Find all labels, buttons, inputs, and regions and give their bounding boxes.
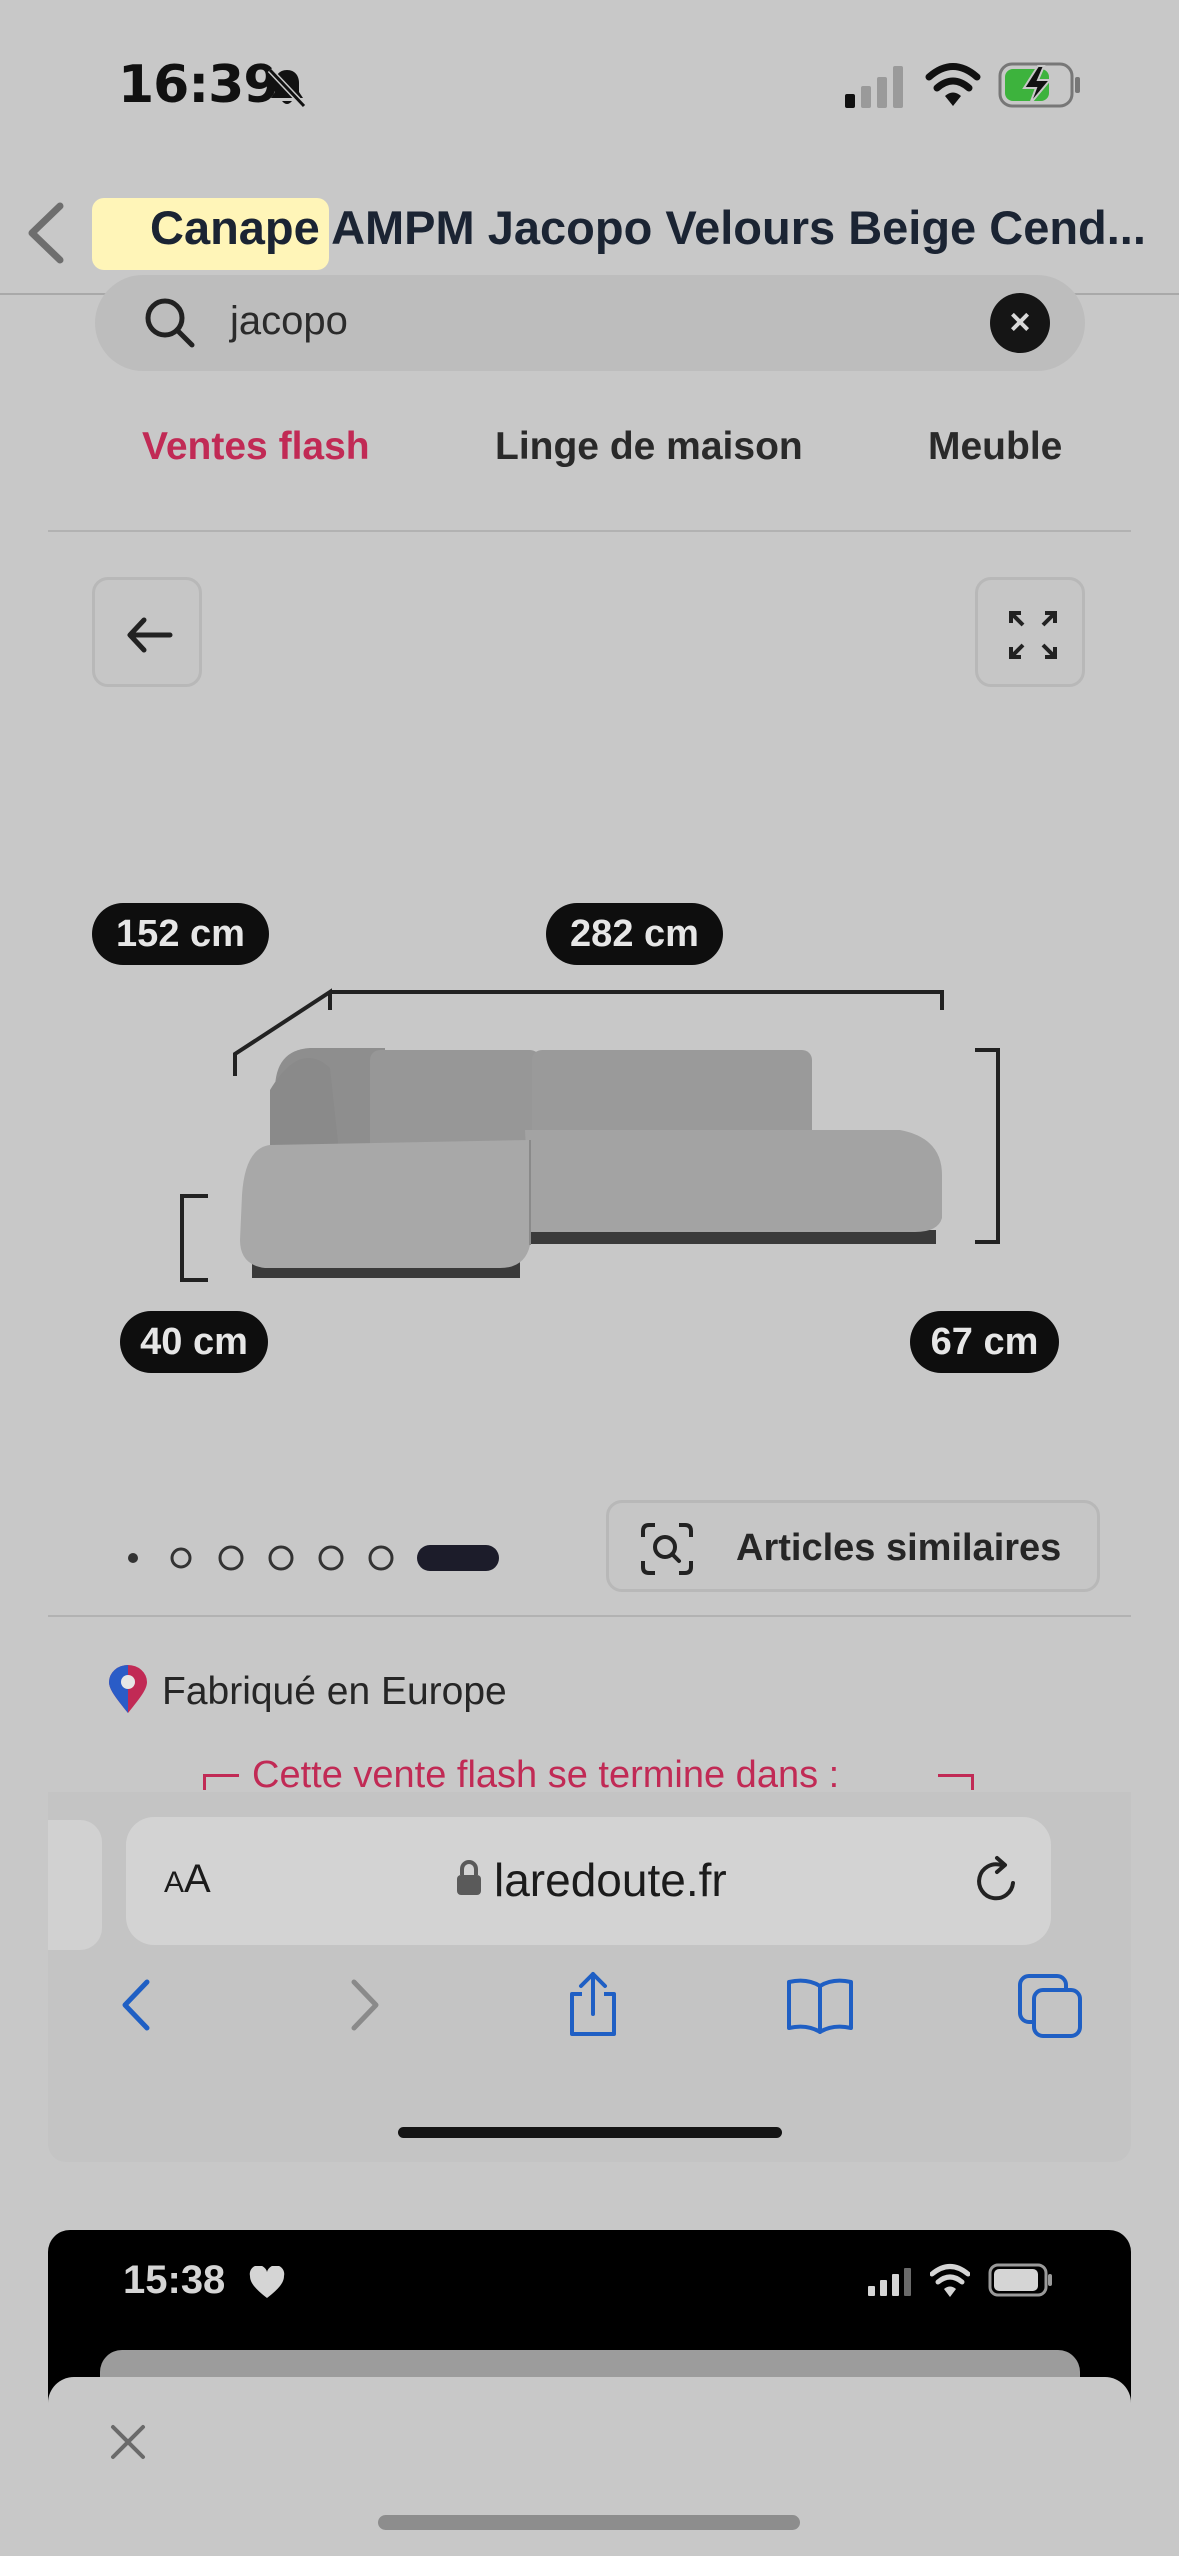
category-ventes-flash[interactable]: Ventes flash	[142, 425, 370, 469]
previous-tab-peek[interactable]	[48, 1820, 102, 1950]
location-pin-icon	[109, 1665, 147, 1713]
url-text[interactable]: laredoute.fr	[494, 1853, 727, 1907]
wifi-icon	[925, 63, 981, 106]
category-linge-de-maison[interactable]: Linge de maison	[495, 425, 803, 469]
divider	[48, 530, 1131, 532]
flash-bracket-left	[203, 1774, 239, 1790]
address-bar[interactable]: AA laredoute.fr	[126, 1817, 1051, 1945]
visual-search-icon	[641, 1523, 693, 1575]
dimension-seat-height-label: 40 cm	[120, 1311, 268, 1373]
bookmarks-icon[interactable]	[785, 1970, 855, 2040]
clear-search-icon[interactable]: ×	[990, 293, 1050, 353]
dimension-width-label: 282 cm	[546, 903, 723, 965]
flash-bracket-right	[938, 1774, 974, 1790]
arrow-left-icon	[127, 617, 173, 653]
close-icon[interactable]	[103, 2417, 153, 2467]
home-indicator	[398, 2127, 782, 2138]
browser-toolbar: AA laredoute.fr	[48, 1792, 1131, 2162]
similar-items-button[interactable]: Articles similaires	[606, 1500, 1100, 1592]
search-icon	[145, 298, 195, 348]
status-time: 16:39	[118, 55, 280, 115]
page-title: Canape AMPM Jacopo Velours Beige Cend...	[150, 201, 1146, 254]
back-icon[interactable]	[103, 1970, 173, 2040]
dimension-height-label: 67 cm	[910, 1311, 1059, 1373]
chevron-left-icon[interactable]	[20, 198, 70, 268]
search-input[interactable]: jacopo	[230, 299, 348, 344]
divider	[48, 1615, 1131, 1617]
image-back-button[interactable]	[92, 577, 202, 687]
cellular-signal-icon	[845, 66, 903, 108]
preview-status-time: 15:38	[123, 2258, 226, 2302]
home-indicator	[378, 2515, 800, 2530]
search-bar[interactable]: jacopo ×	[95, 275, 1085, 371]
wifi-icon	[930, 2264, 970, 2297]
battery-charging-icon	[998, 62, 1080, 108]
lock-icon	[457, 1860, 481, 1895]
forward-icon[interactable]	[328, 1970, 398, 2040]
category-meuble[interactable]: Meuble	[928, 425, 1062, 469]
reload-icon[interactable]	[971, 1855, 1023, 1907]
cellular-signal-icon	[868, 2268, 911, 2296]
dimension-depth-label: 152 cm	[92, 903, 269, 965]
reader-settings-button[interactable]: AA	[164, 1857, 211, 1902]
battery-icon	[988, 2263, 1052, 2297]
origin-label: Fabriqué en Europe	[162, 1670, 507, 1713]
expand-icon	[1009, 611, 1057, 659]
tabs-icon[interactable]	[1016, 1970, 1086, 2040]
flash-sale-countdown-label: Cette vente flash se termine dans :	[252, 1754, 840, 1796]
similar-items-label: Articles similaires	[736, 1527, 1062, 1569]
sofa-product-image[interactable]	[170, 980, 1010, 1300]
bell-slash-icon	[267, 67, 307, 109]
heart-icon	[249, 2266, 285, 2298]
share-icon[interactable]	[558, 1970, 628, 2040]
fullscreen-button[interactable]	[975, 577, 1085, 687]
status-bar: 16:39	[0, 0, 1179, 170]
carousel-indicator[interactable]	[125, 1538, 505, 1578]
